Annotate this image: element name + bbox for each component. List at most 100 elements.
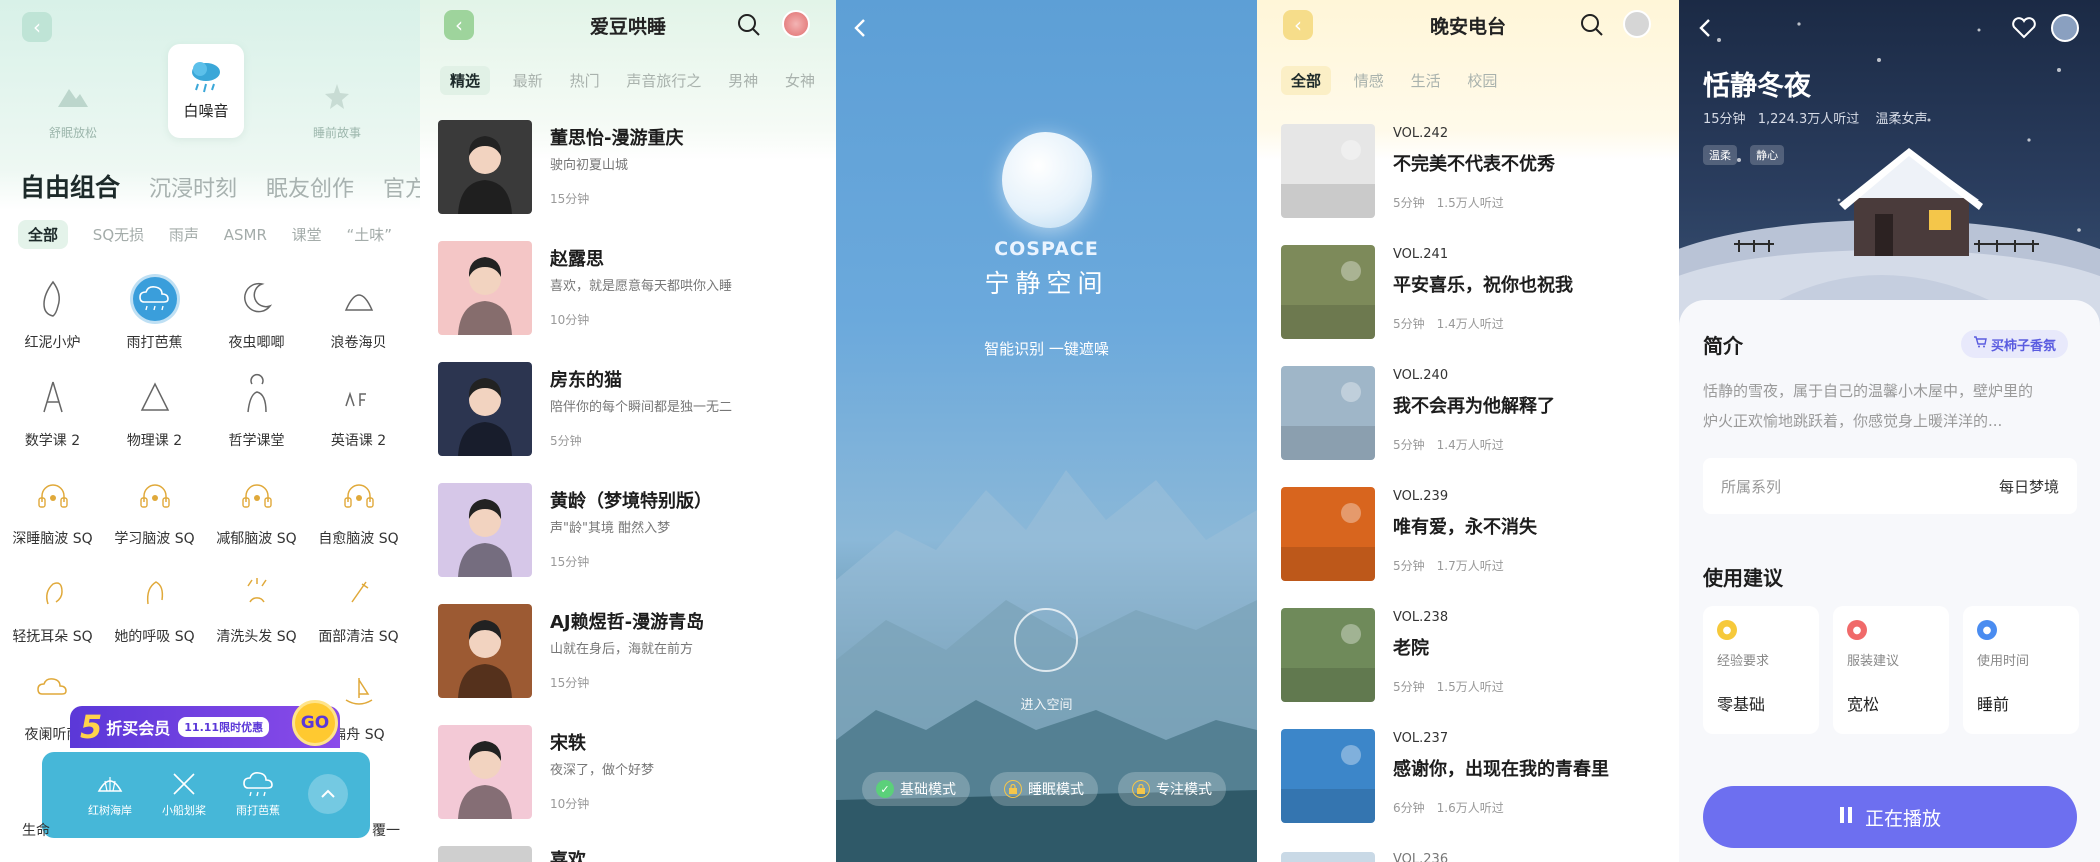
tab-all[interactable]: 全部 [1281,66,1332,95]
sound-item[interactable]: 浪卷海贝 [306,272,411,352]
back-arrow-icon[interactable] [850,14,870,46]
sound-item[interactable]: 学习脑波 SQ [102,468,207,548]
ear-icon [26,566,80,620]
enter-space-button[interactable] [1014,608,1078,672]
episode-list-item[interactable]: VOL.240 我不会再为他解释了 5分钟 1.4万人听过 [1281,366,1661,460]
sound-item[interactable]: 自愈脑波 SQ [306,468,411,548]
idol-list-item[interactable]: 董思怡-漫游重庆 驶向初夏山城 15分钟 [438,120,818,214]
avatar[interactable] [2051,14,2079,42]
idol-list-item[interactable]: AJ赖煜哲-漫游青岛 山就在身后，海就在前方 15分钟 [438,604,818,698]
sound-item[interactable]: 红泥小炉 [0,272,105,352]
tab-official[interactable]: 官方推 [383,177,420,202]
back-button[interactable]: ‹ [22,12,52,42]
episode-meta: 6分钟 1.6万人听过 [1393,799,1504,816]
idol-list-item[interactable]: 宋轶 夜深了，做个好梦 10分钟 [438,725,818,819]
sound-item[interactable]: 减郁脑波 SQ [204,468,309,548]
tab-hot[interactable]: 热门 [570,70,600,91]
idol-list-item[interactable]: 黄龄（梦境特别版） 声"龄"其境 酣然入梦 15分钟 [438,483,818,577]
mode-basic[interactable]: ✓ 基础模式 [862,772,970,806]
sound-item-label: 英语课 2 [330,433,387,449]
tab-male[interactable]: 男神 [728,70,758,91]
series-row[interactable]: 所属系列 每日梦境 [1703,458,2077,514]
idol-duration: 15分钟 [550,555,590,569]
detail-screen: 恬静冬夜 15分钟 1,224.3万人听过 温柔女声 温柔 静心 简介 买柿子香… [1679,0,2100,862]
tab-voice-travel[interactable]: 声音旅行之 [626,70,701,91]
tab-campus[interactable]: 校园 [1467,70,1497,91]
mini-item-label: 红树海岸 [88,804,132,817]
episode-cover [1281,366,1375,460]
chip-rain[interactable]: 雨声 [169,220,199,249]
sound-item[interactable]: 哲学课堂 [204,370,309,450]
sound-item[interactable]: 轻抚耳朵 SQ [0,566,105,646]
mode-sleep[interactable]: 睡眠模式 [990,772,1098,806]
chip-class[interactable]: 课堂 [292,220,322,249]
advice-key: 服装建议 [1847,654,1900,669]
sound-item[interactable]: 深睡脑波 SQ [0,468,105,548]
page-title: 爱豆哄睡 [589,16,666,38]
sound-item[interactable]: 数学课 2 [0,370,105,450]
episode-duration: 5分钟 [1393,680,1425,694]
mode-bedtime-story[interactable]: 睡前故事 [298,74,376,141]
avatar[interactable] [1623,10,1651,38]
flame-icon [26,272,80,326]
sound-item-label: 减郁脑波 SQ [216,531,297,547]
mode-focus[interactable]: 专注模式 [1118,772,1226,806]
tab-featured[interactable]: 精选 [440,66,491,95]
episode-list-item[interactable]: VOL.237 感谢你，出现在我的青春里 6分钟 1.6万人听过 [1281,729,1661,823]
idol-photo [438,362,532,456]
sound-item[interactable]: 面部清洁 SQ [306,566,411,646]
sound-item-label: 浪卷海贝 [330,335,387,351]
sound-item[interactable]: 雨打芭蕉 [102,272,207,352]
chip-all[interactable]: 全部 [18,220,69,249]
tab-community[interactable]: 眠友创作 [266,177,354,202]
tab-emotion[interactable]: 情感 [1354,70,1384,91]
sound-item[interactable]: 清洗头发 SQ [204,566,309,646]
search-icon[interactable] [1579,12,1605,42]
episode-plays: 1.4万人听过 [1436,317,1504,331]
list-item-thumbnail[interactable] [1281,852,1375,862]
chip-tuwei[interactable]: “土味” [346,220,392,249]
avatar[interactable] [782,10,810,38]
moon-icon [230,272,284,326]
idol-list-item[interactable]: 房东的猫 陪伴你的每个瞬间都是独一无二 5分钟 [438,362,818,456]
promo-go-button[interactable]: GO [292,700,338,746]
philosopher-icon [230,370,284,424]
sound-item[interactable]: 英语课 2 [306,370,411,450]
episode-list-item[interactable]: VOL.241 平安喜乐，祝你也祝我 5分钟 1.4万人听过 [1281,245,1661,339]
mini-item-boat[interactable]: 小船划桨 [152,766,216,818]
intro-heading: 简介 [1703,334,1743,358]
now-playing-button[interactable]: 正在播放 [1703,786,2077,848]
episode-meta: 5分钟 1.5万人听过 [1393,678,1504,695]
heart-icon[interactable] [2011,16,2037,44]
tab-life[interactable]: 生活 [1411,70,1441,91]
episode-list-item[interactable]: VOL.239 唯有爱，永不消失 5分钟 1.7万人听过 [1281,487,1661,581]
track-meta: 15分钟 1,224.3万人听过 温柔女声 [1703,108,1927,127]
search-icon[interactable] [736,12,762,42]
episode-duration: 5分钟 [1393,559,1425,573]
sound-item-label: 学习脑波 SQ [114,531,195,547]
idol-list-item[interactable]: 赵露思 喜欢，就是愿意每天都哄你入睡 10分钟 [438,241,818,335]
episode-list-item[interactable]: VOL.242 不完美不代表不优秀 5分钟 1.5万人听过 [1281,124,1661,218]
idol-photo [438,604,532,698]
tab-immersive[interactable]: 沉浸时刻 [149,177,237,202]
mode-white-noise[interactable]: 白噪音 [168,44,244,138]
tab-latest[interactable]: 最新 [513,70,543,91]
mini-item-mangrove[interactable]: 红树海岸 [78,766,142,818]
sound-item[interactable]: 物理课 2 [102,370,207,450]
list-item-thumbnail[interactable] [438,846,532,862]
back-arrow-icon[interactable] [1695,14,1715,46]
mode-label: 专注模式 [1156,782,1212,798]
mini-item-rain[interactable]: 雨打芭蕉 [226,766,290,818]
sound-item[interactable]: 她的呼吸 SQ [102,566,207,646]
chip-sq[interactable]: SQ无损 [93,220,144,249]
expand-up-button[interactable] [308,774,348,814]
mode-sleep-relax[interactable]: 舒眠放松 [34,74,112,141]
episode-title: 感谢你，出现在我的青春里 [1393,759,1609,780]
tab-free-combo[interactable]: 自由组合 [20,173,120,202]
tab-female[interactable]: 女神 [785,70,815,91]
episode-list-item[interactable]: VOL.238 老院 5分钟 1.5万人听过 [1281,608,1661,702]
sound-item-label: 雨打芭蕉 [126,335,183,351]
chip-asmr[interactable]: ASMR [224,222,267,248]
sound-item[interactable]: 夜虫唧唧 [204,272,309,352]
buy-aroma-button[interactable]: 买柿子香氛 [1961,330,2069,358]
